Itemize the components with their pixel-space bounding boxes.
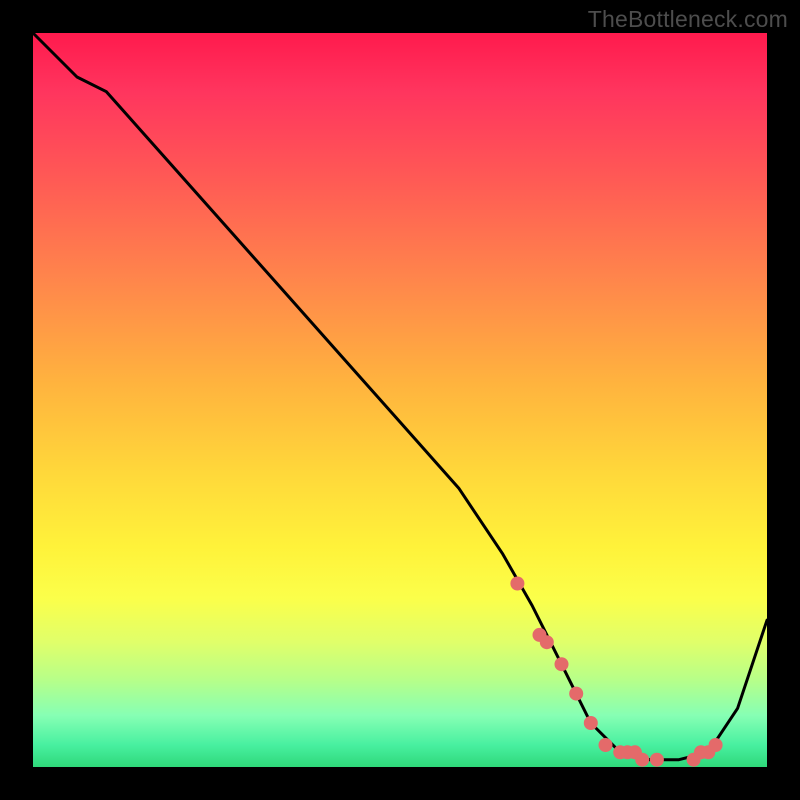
curve-line (33, 33, 767, 760)
marker-dot (569, 687, 583, 701)
plot-area (33, 33, 767, 767)
marker-dot (599, 738, 613, 752)
chart-svg (33, 33, 767, 767)
marker-dot (540, 635, 554, 649)
marker-dots (510, 577, 722, 767)
marker-dot (555, 657, 569, 671)
bottleneck-curve-path (33, 33, 767, 760)
marker-dot (650, 753, 664, 767)
marker-dot (510, 577, 524, 591)
watermark-text: TheBottleneck.com (588, 6, 788, 33)
chart-frame: TheBottleneck.com (0, 0, 800, 800)
marker-dot (584, 716, 598, 730)
marker-dot (709, 738, 723, 752)
marker-dot (635, 753, 649, 767)
